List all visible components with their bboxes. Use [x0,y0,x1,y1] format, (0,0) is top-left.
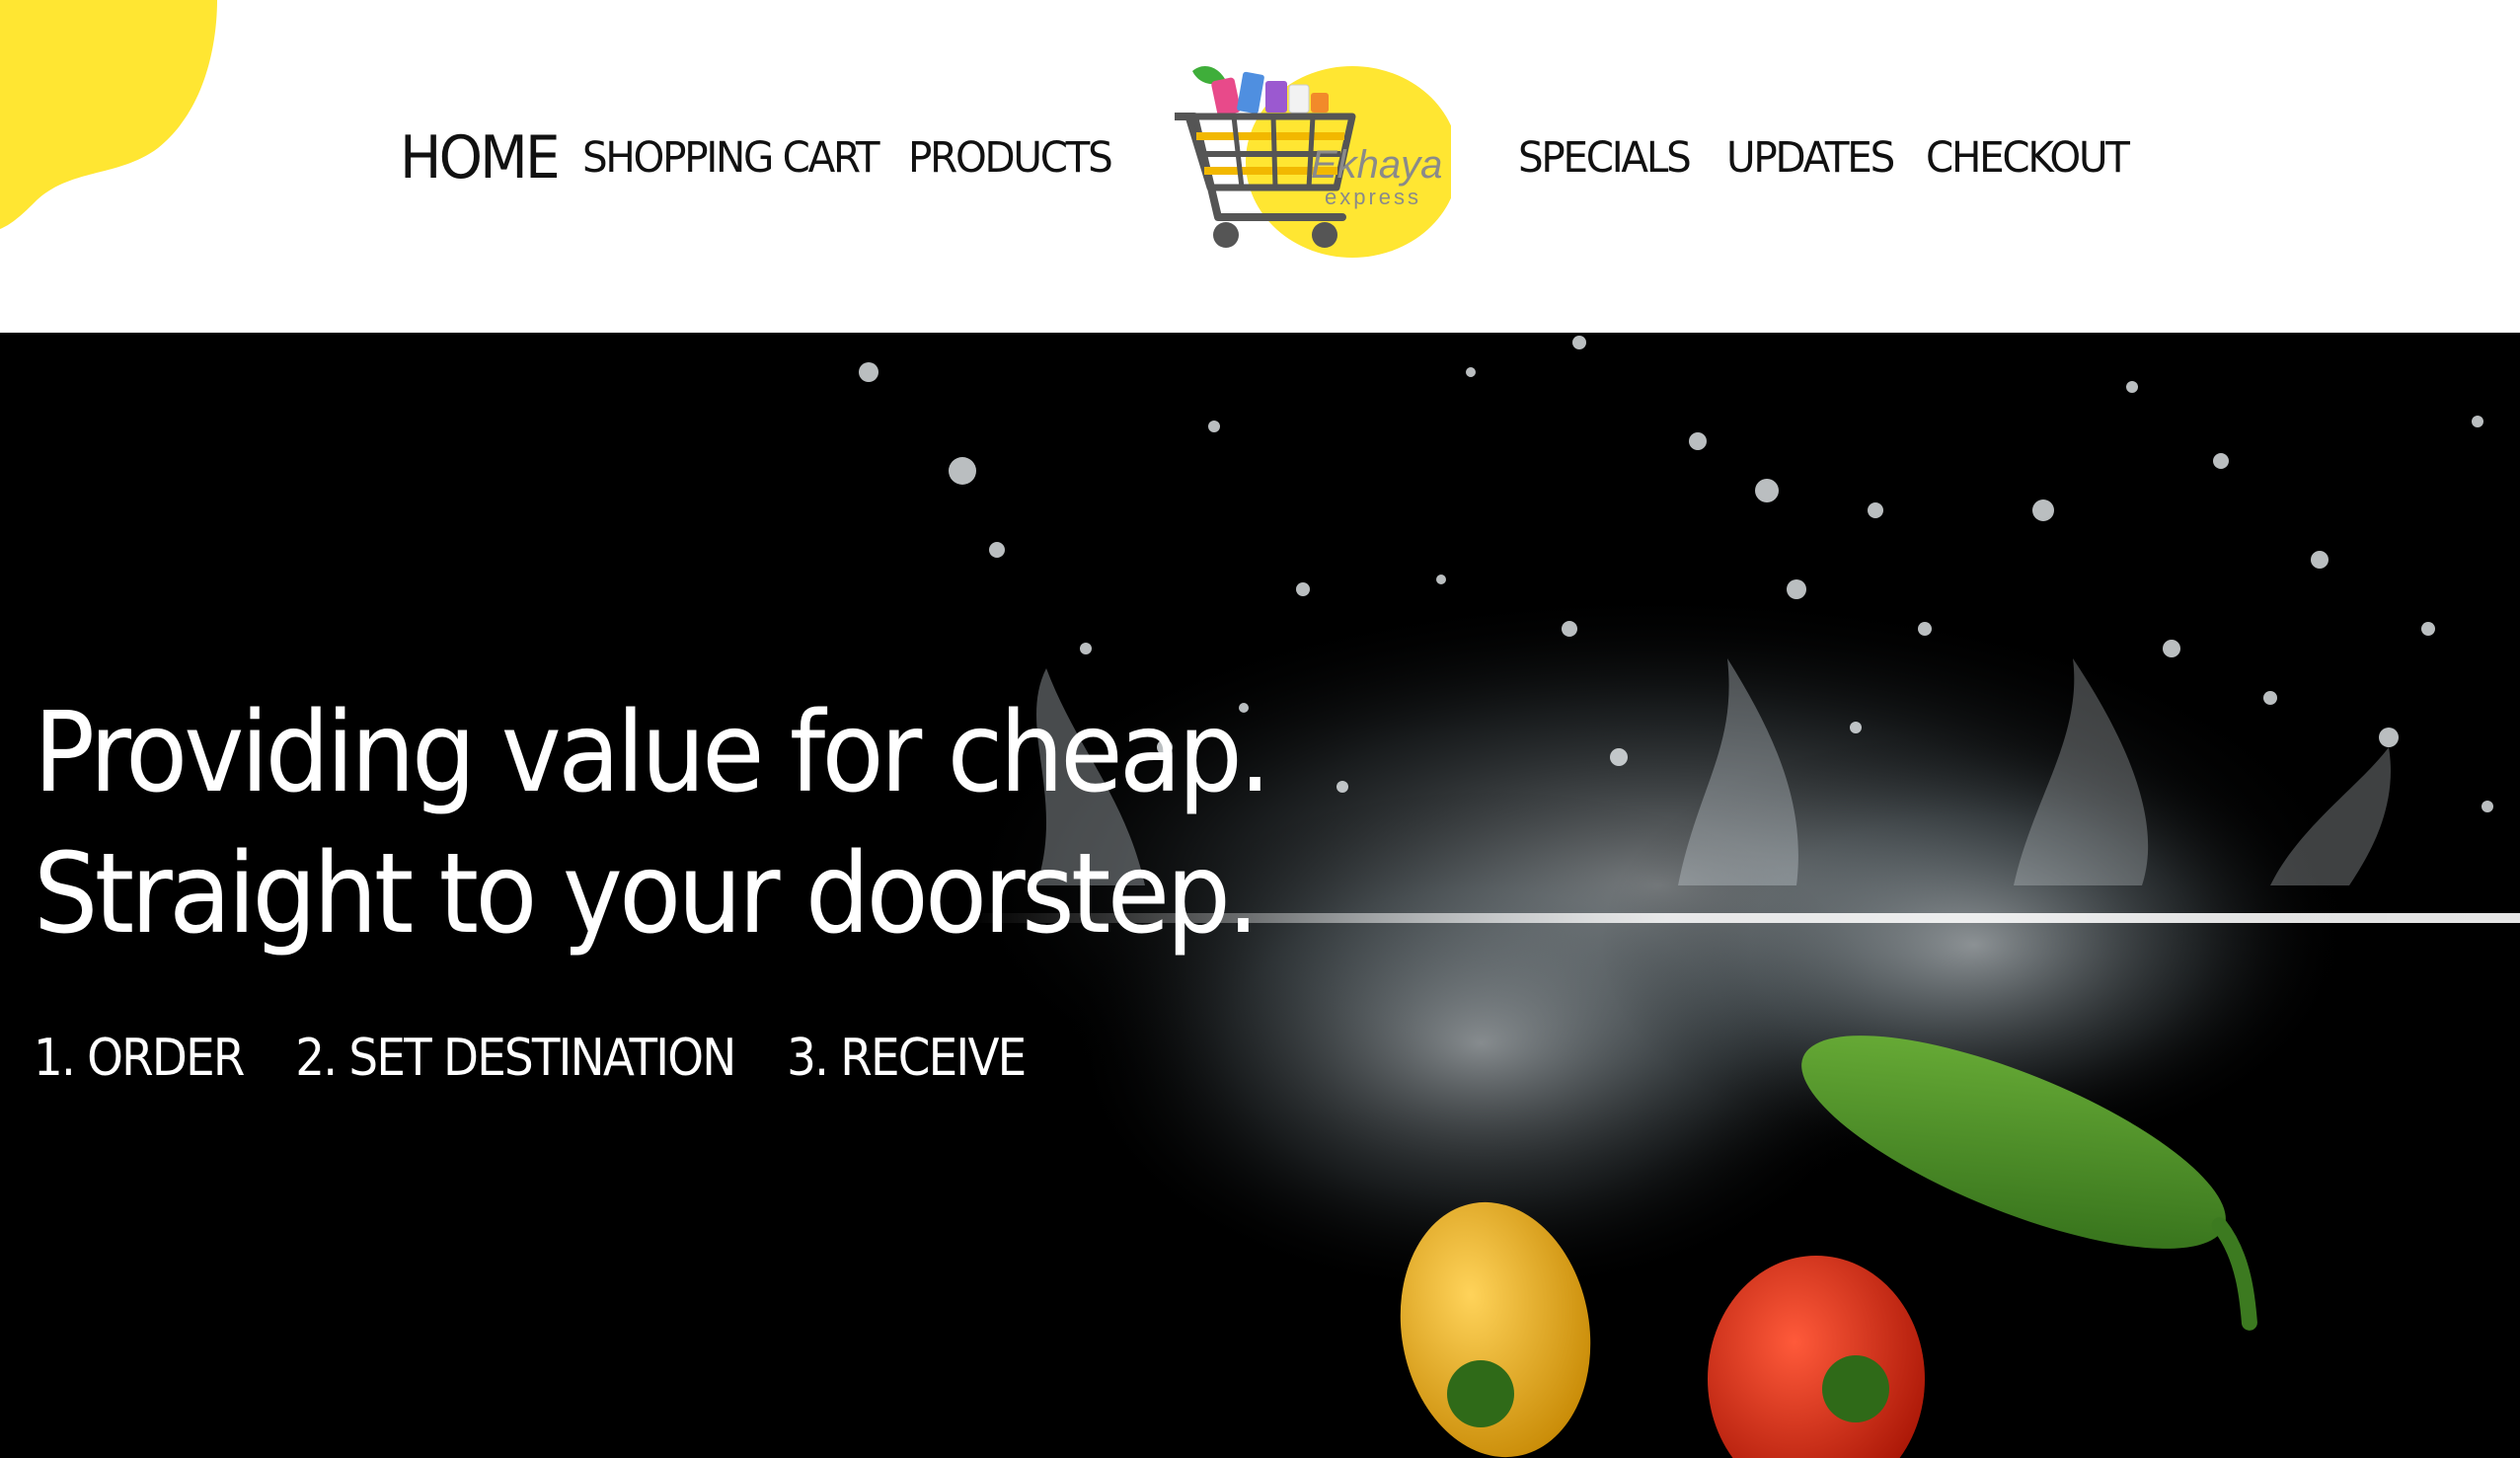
shopping-cart-icon: Ekhaya express [1171,66,1459,258]
hero-headline-line-1: Providing value for cheap. [34,689,1271,817]
step-receive: 3. RECEIVE [787,1029,1027,1088]
nav-shopping-cart-link[interactable]: SHOPPING CART [582,123,880,192]
hero-headline-line-2: Straight to your doorstep. [34,830,1260,959]
ekhaya-logo[interactable]: Ekhaya express [1171,59,1459,267]
nav-home-link[interactable]: HOME [400,123,561,192]
hero-headline: Providing value for cheap. Straight to y… [34,683,1271,965]
ordering-steps: 1. ORDER 2. SET DESTINATION 3. RECEIVE [34,1024,1064,1093]
logo-tagline: express [1325,185,1421,209]
hero-banner: Providing value for cheap. Straight to y… [0,333,2520,1458]
nav-updates-link[interactable]: UPDATES [1726,123,1895,192]
site-header: HOME SHOPPING CART PRODUCTS Ekhaya expre… [0,0,2520,333]
decorative-yellow-blob [0,0,217,229]
logo-name: Ekhaya [1311,143,1442,187]
nav-products-link[interactable]: PRODUCTS [908,123,1113,192]
nav-checkout-link[interactable]: CHECKOUT [1926,123,2130,192]
step-order: 1. ORDER [34,1029,245,1088]
nav-specials-link[interactable]: SPECIALS [1518,123,1692,192]
step-set-destination: 2. SET DESTINATION [295,1029,736,1088]
